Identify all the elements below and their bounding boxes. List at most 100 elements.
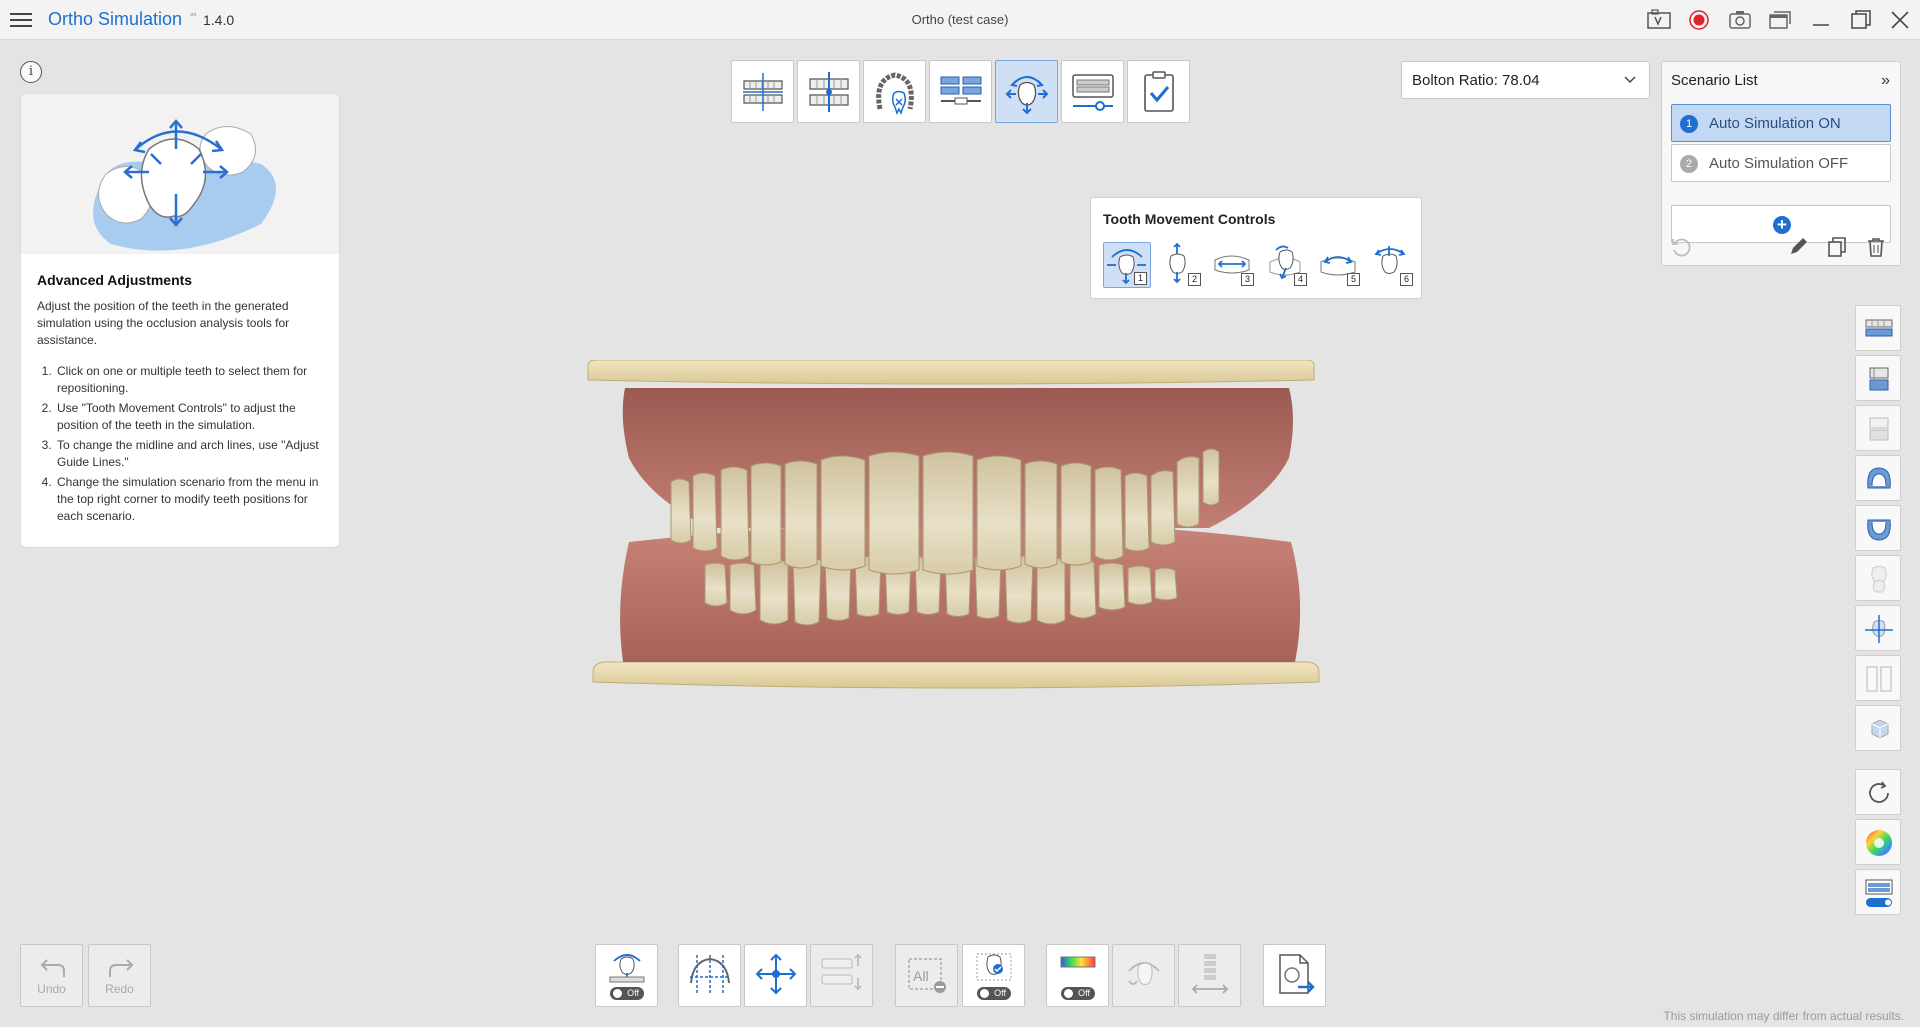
app-title: Ortho Simulation: [48, 9, 183, 29]
tooth-movement-icon: [1005, 76, 1049, 115]
screenshot-icon[interactable]: [1727, 8, 1753, 32]
bolton-ratio-select[interactable]: Bolton Ratio: 78.04: [1401, 61, 1650, 99]
redo-button[interactable]: Redo: [88, 944, 151, 1007]
bolton-ratio-label: Bolton Ratio: 78.04: [1412, 72, 1540, 89]
arch-length-icon: [1191, 954, 1229, 994]
split-view-button[interactable]: [1855, 655, 1901, 701]
scenario-number: 2: [1680, 155, 1698, 173]
upper-lower-align-button[interactable]: [797, 60, 860, 123]
cube-view-button[interactable]: [1855, 705, 1901, 751]
deselect-all-icon: All: [908, 958, 946, 993]
simulation-toggle-button[interactable]: [1855, 869, 1901, 915]
case-title: Ortho (test case): [911, 12, 1009, 27]
arch-guide-icon: [690, 955, 730, 993]
minimize-icon[interactable]: [1808, 8, 1834, 32]
tooth-movement-button[interactable]: [995, 60, 1058, 123]
movement-mode-3[interactable]: 3: [1209, 242, 1257, 288]
tooth-section-button[interactable]: [1112, 944, 1175, 1007]
window-capture-icon[interactable]: [1767, 8, 1793, 32]
jaw-right-button[interactable]: [1855, 405, 1901, 451]
scenario-list-title: Scenario List: [1671, 72, 1758, 89]
off-toggle: Off: [610, 987, 644, 1000]
complete-check-button[interactable]: [1127, 60, 1190, 123]
simulation-toggle-icon: [1865, 879, 1893, 907]
redo-label: Redo: [105, 982, 134, 996]
menu-icon[interactable]: [10, 10, 32, 30]
deselect-all-button[interactable]: All: [895, 944, 958, 1007]
model-base-icon: [1072, 74, 1114, 111]
lower-arch-button[interactable]: [1855, 505, 1901, 551]
scenario-item-auto-on[interactable]: 1 Auto Simulation ON: [1671, 104, 1891, 142]
axis-icon: [1865, 615, 1893, 643]
camera-compare-icon[interactable]: [1646, 8, 1672, 32]
record-icon[interactable]: [1686, 8, 1712, 32]
scenario-list-panel: Scenario List » 1 Auto Simulation ON 2 A…: [1661, 61, 1901, 266]
export-report-button[interactable]: [1263, 944, 1326, 1007]
rotate-view-button[interactable]: [1855, 769, 1901, 815]
upper-jaw-front-button[interactable]: [1855, 305, 1901, 351]
undo-button[interactable]: Undo: [20, 944, 83, 1007]
redo-icon: [109, 959, 134, 977]
rotate-icon: [1869, 781, 1889, 803]
movement-mode-5[interactable]: 5: [1315, 242, 1363, 288]
add-scenario-button[interactable]: +: [1671, 205, 1891, 243]
tooth-check-toggle[interactable]: Off: [962, 944, 1025, 1007]
move-all-button[interactable]: [744, 944, 807, 1007]
movement-mode-number: 5: [1347, 273, 1360, 286]
chevron-down-icon: [1624, 76, 1636, 84]
occlusion-move-toggle[interactable]: Off: [595, 944, 658, 1007]
tooth-section-icon: [1128, 962, 1160, 985]
movement-mode-2[interactable]: 2: [1156, 242, 1204, 288]
maximize-icon[interactable]: [1847, 8, 1873, 32]
info-icon[interactable]: i: [20, 61, 42, 83]
movement-mode-6[interactable]: 6: [1368, 242, 1416, 288]
add-icon: +: [1773, 216, 1791, 234]
complete-check-icon: [1144, 71, 1174, 112]
color-map-button[interactable]: [1855, 819, 1901, 865]
app-version: 1.4.0: [203, 12, 235, 28]
occlusion-view-icon: [743, 73, 783, 111]
edit-icon[interactable]: [1787, 236, 1809, 258]
jaw-left-button[interactable]: [1855, 355, 1901, 401]
movement-mode-number: 4: [1294, 273, 1307, 286]
axis-button[interactable]: [1855, 605, 1901, 651]
guide-title: Advanced Adjustments: [37, 272, 193, 288]
delete-icon[interactable]: [1865, 236, 1887, 258]
dental-model-viewport[interactable]: [585, 359, 1335, 705]
upper-arch-icon: [1867, 467, 1891, 489]
jaw-left-icon: [1869, 367, 1889, 391]
arch-guide-button[interactable]: [678, 944, 741, 1007]
movement-mode-4[interactable]: 4: [1262, 242, 1310, 288]
tooth-movement-title: Tooth Movement Controls: [1103, 211, 1276, 227]
guide-steps: Click on one or multiple teeth to select…: [55, 363, 323, 525]
jaw-separate-icon: [821, 953, 862, 991]
collapse-icon[interactable]: »: [1881, 72, 1890, 90]
movement-mode-1[interactable]: 1: [1103, 242, 1151, 288]
arch-length-button[interactable]: [1178, 944, 1241, 1007]
tooth-adjust-illustration: [21, 94, 339, 254]
close-icon[interactable]: [1887, 8, 1913, 32]
duplicate-icon[interactable]: [1826, 236, 1848, 258]
cube-view-icon: [1871, 719, 1889, 739]
undo-icon: [40, 959, 65, 977]
occlusion-move-icon: [609, 954, 645, 983]
tooth-ghost-button[interactable]: [1855, 555, 1901, 601]
disclaimer-text: This simulation may differ from actual r…: [1663, 1009, 1904, 1023]
jaw-separate-button[interactable]: [810, 944, 873, 1007]
tooth-movement-controls: Tooth Movement Controls 1 2 3 4 5 6: [1090, 197, 1422, 299]
jaw-align-button[interactable]: [929, 60, 992, 123]
upper-jaw-front-icon: [1865, 319, 1893, 337]
occlusion-view-button[interactable]: [731, 60, 794, 123]
scenario-item-auto-off[interactable]: 2 Auto Simulation OFF: [1671, 144, 1891, 182]
guide-step: Use "Tooth Movement Controls" to adjust …: [55, 400, 323, 434]
upper-arch-button[interactable]: [1855, 455, 1901, 501]
model-base-button[interactable]: [1061, 60, 1124, 123]
arch-tooth-button[interactable]: [863, 60, 926, 123]
heatmap-toggle[interactable]: Off: [1046, 944, 1109, 1007]
scenario-number: 1: [1680, 115, 1698, 133]
upper-lower-align-icon: [809, 72, 849, 112]
jaw-align-icon: [940, 76, 982, 105]
movement-mode-number: 1: [1134, 272, 1147, 285]
reset-icon[interactable]: [1670, 236, 1692, 258]
guide-step: To change the midline and arch lines, us…: [55, 437, 323, 471]
